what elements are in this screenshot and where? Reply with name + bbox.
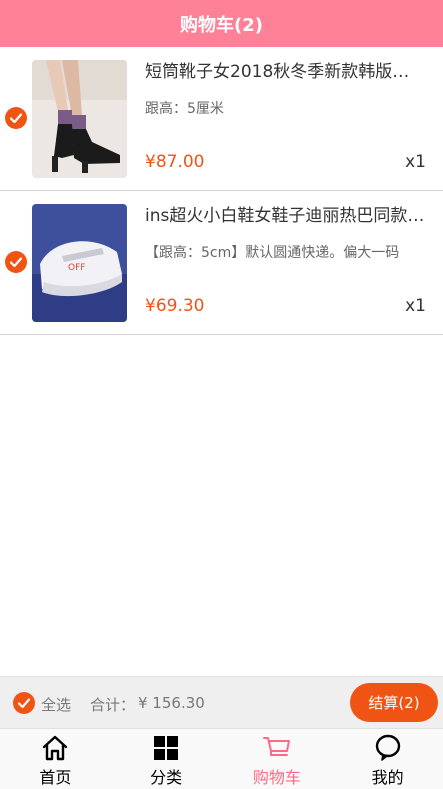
checkout-button[interactable]: 结算(2) xyxy=(350,683,438,722)
select-all-label[interactable]: 全选 xyxy=(41,694,71,715)
tab-label: 分类 xyxy=(150,768,183,787)
tab-profile[interactable]: 我的 xyxy=(332,729,443,789)
select-all-checkbox[interactable] xyxy=(13,692,35,714)
product-price: ¥87.00 xyxy=(145,152,205,172)
total-amount: ¥ 156.30 xyxy=(138,694,205,712)
home-icon xyxy=(43,735,68,761)
tab-cart[interactable]: 购物车 xyxy=(222,729,333,789)
tab-home[interactable]: 首页 xyxy=(0,729,111,789)
page-title: 购物车(2) xyxy=(180,14,263,36)
product-quantity: x1 xyxy=(405,296,426,316)
tab-label: 我的 xyxy=(371,768,404,787)
product-price: ¥69.30 xyxy=(145,296,205,316)
product-title[interactable]: 短筒靴子女2018秋冬季新款韩版百搭 xyxy=(145,57,425,82)
product-spec: 跟高：5厘米 xyxy=(145,101,224,117)
cart-icon xyxy=(262,737,290,756)
cart-item[interactable]: OFF ins超火小白鞋女鞋子迪丽热巴同款老爹鞋 【跟高：5cm】默认圆通快递。… xyxy=(0,191,443,335)
total-label: 合计： xyxy=(90,696,136,714)
tab-label: 首页 xyxy=(39,768,72,787)
product-spec: 【跟高：5cm】默认圆通快递。偏大一码 xyxy=(145,245,400,261)
product-image[interactable]: OFF xyxy=(32,204,127,322)
cart-item[interactable]: 短筒靴子女2018秋冬季新款韩版百搭 跟高：5厘米 ¥87.00 x1 xyxy=(0,47,443,191)
item-checkbox[interactable] xyxy=(5,107,27,129)
chat-bubble-icon xyxy=(375,734,400,761)
checkmark-icon xyxy=(9,257,23,268)
tab-category[interactable]: 分类 xyxy=(111,729,222,789)
svg-text:OFF: OFF xyxy=(68,263,85,273)
product-title[interactable]: ins超火小白鞋女鞋子迪丽热巴同款老爹鞋 xyxy=(145,201,425,226)
checkmark-icon xyxy=(9,113,23,124)
page-header: 购物车(2) xyxy=(0,0,443,47)
product-quantity: x1 xyxy=(405,152,426,172)
product-image[interactable] xyxy=(32,60,127,178)
tab-label: 购物车 xyxy=(252,768,301,787)
checkout-bar: 全选 合计： ¥ 156.30 结算(2) xyxy=(0,676,443,729)
checkmark-icon xyxy=(17,698,31,709)
bottom-tab-bar: 首页 分类 购物车 我的 xyxy=(0,728,443,789)
item-checkbox[interactable] xyxy=(5,251,27,273)
grid-icon xyxy=(154,736,179,760)
